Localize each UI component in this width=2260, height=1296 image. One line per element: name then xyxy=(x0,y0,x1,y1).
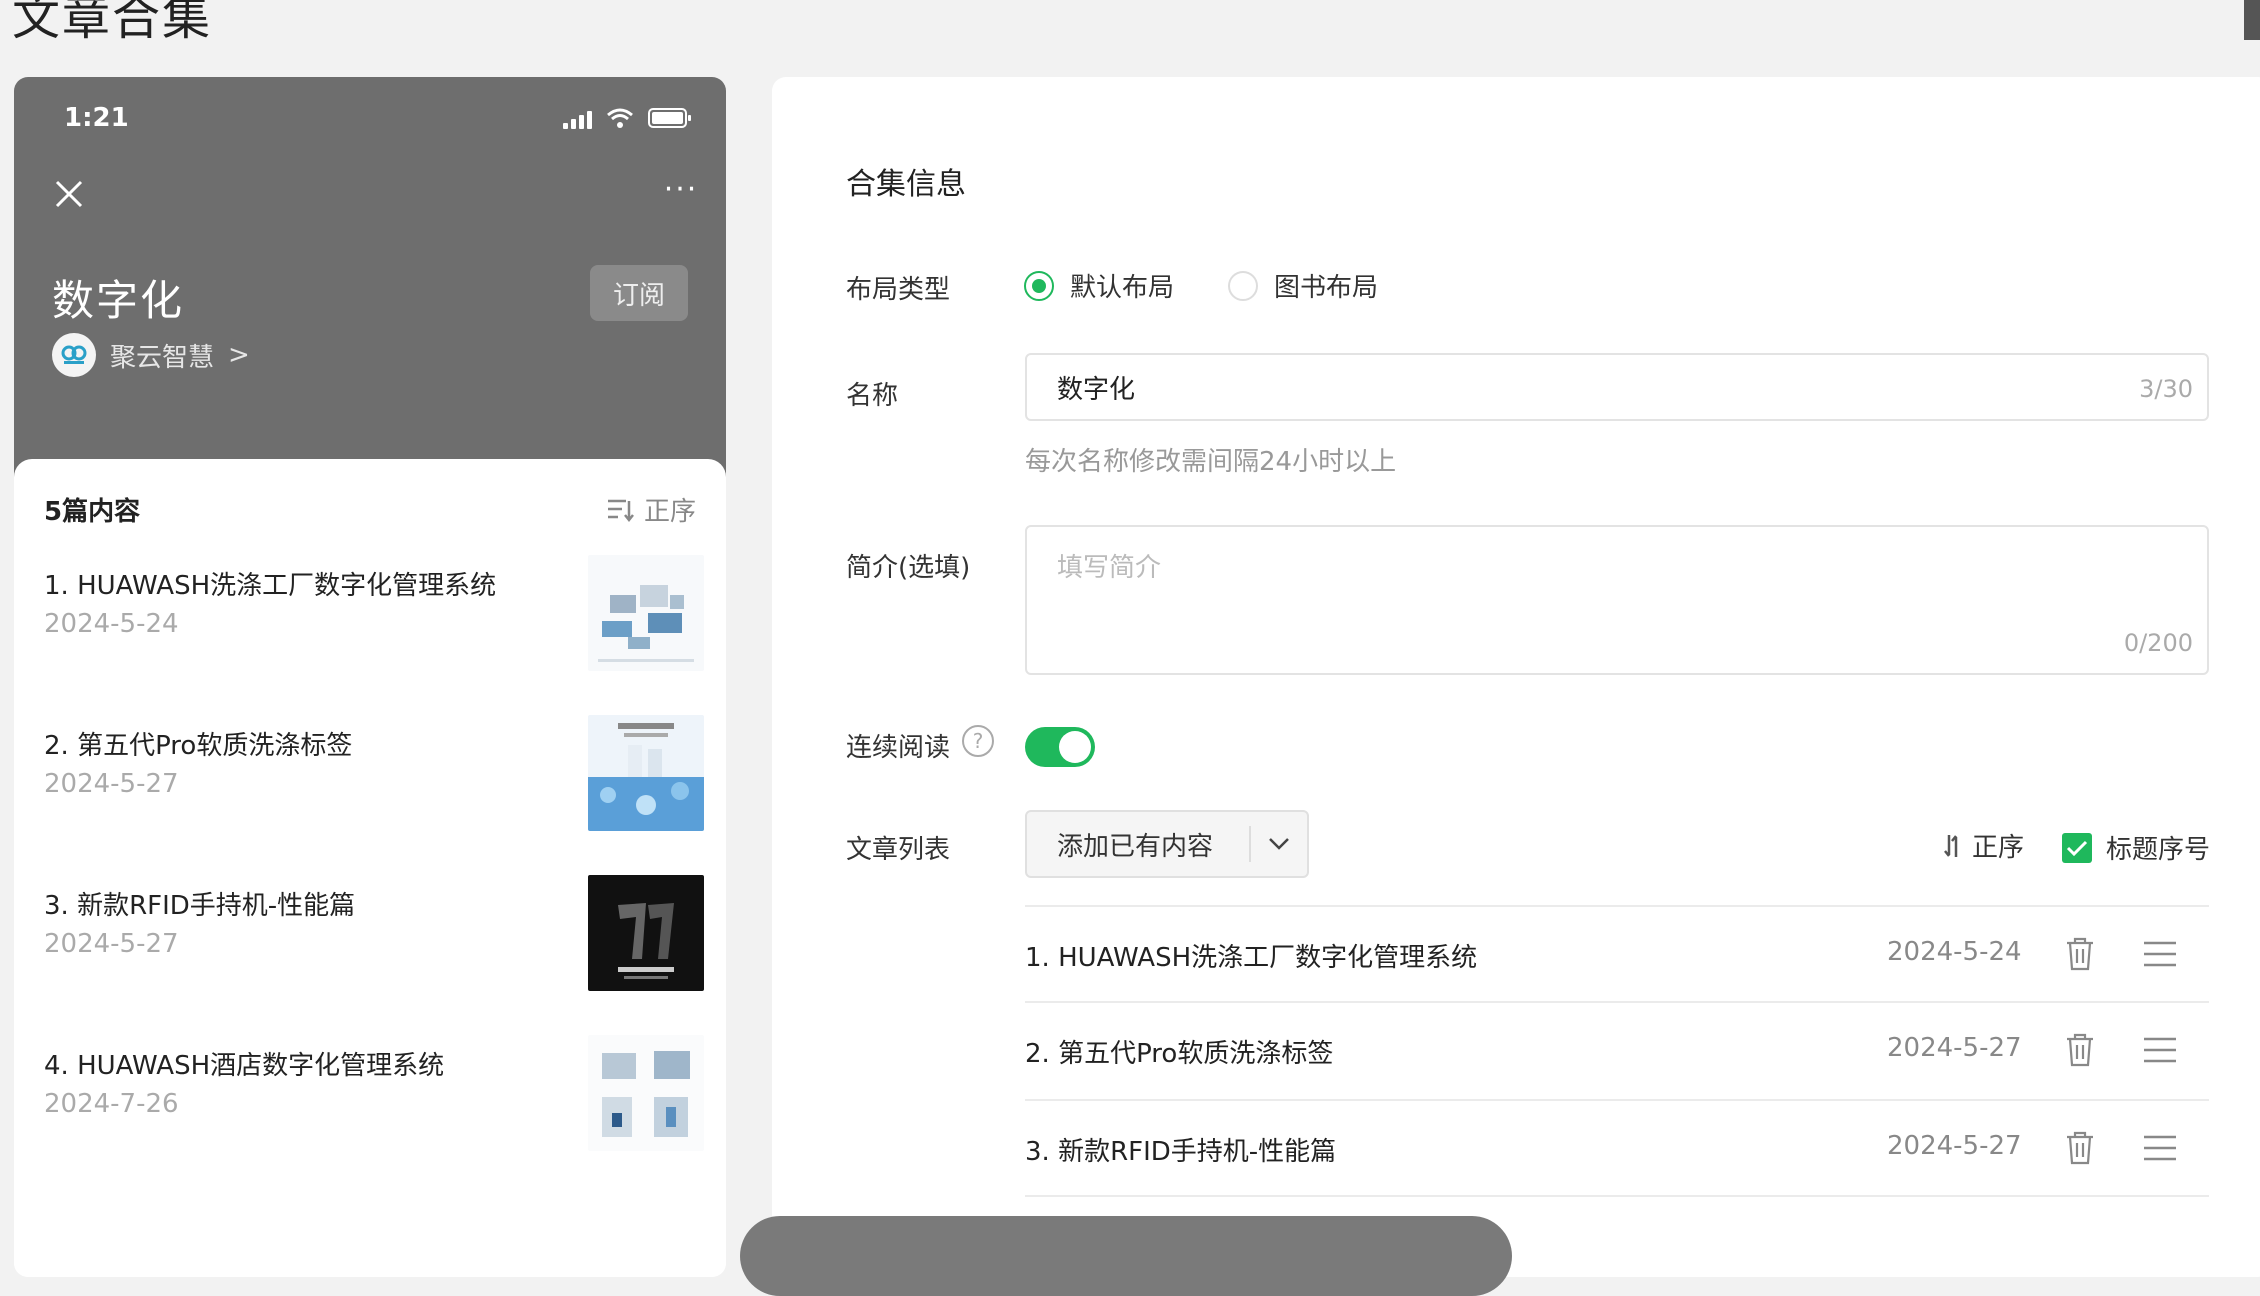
table-row[interactable]: 2. 第五代Pro软质洗涤标签 2024-5-27 xyxy=(1025,1001,2209,1097)
name-input[interactable]: 数字化 3/30 xyxy=(1025,353,2209,421)
article-list-label: 文章列表 xyxy=(846,835,951,865)
article-date: 2024-5-24 xyxy=(44,609,179,639)
intro-label: 简介(选填) xyxy=(846,553,971,583)
layout-type-label: 布局类型 xyxy=(846,275,951,305)
article-date: 2024-7-26 xyxy=(44,1089,179,1119)
phone-article-list: 5篇内容 正序 1. HUAWASH洗涤工厂数字化管理系统 2024-5-24 xyxy=(14,459,726,1277)
status-icons xyxy=(563,107,692,129)
radio-unselected-icon xyxy=(1228,270,1259,301)
sort-icon xyxy=(607,499,634,522)
table-row[interactable]: 1. HUAWASH洗涤工厂数字化管理系统 2024-5-24 xyxy=(1025,905,2209,1001)
collection-settings-panel: 合集信息 布局类型 默认布局 图书布局 名称 数字化 3/30 每次名称修改需间… xyxy=(772,77,2260,1277)
order-label: 正序 xyxy=(643,497,696,527)
status-time: 1:21 xyxy=(64,103,129,133)
phone-header: 1:21 ··· 数字化 订阅 聚云智慧 > xyxy=(14,77,726,497)
article-date: 2024-5-27 xyxy=(44,769,179,799)
title-numbering-checkbox[interactable]: 标题序号 xyxy=(2062,829,2210,866)
cloud-logo-icon xyxy=(61,345,87,364)
checkbox-checked-icon xyxy=(2062,832,2092,863)
article-title: 3. 新款RFID手持机-性能篇 xyxy=(44,891,356,921)
scrollbar-thumb[interactable] xyxy=(2244,0,2260,40)
sort-arrows-icon xyxy=(1944,834,1958,857)
drag-handle-icon[interactable] xyxy=(2143,941,2177,971)
more-icon[interactable]: ··· xyxy=(660,175,702,205)
help-icon[interactable]: ? xyxy=(962,725,994,757)
title-numbering-label: 标题序号 xyxy=(2106,835,2211,865)
article-thumbnail xyxy=(588,715,704,831)
table-row[interactable]: 3. 新款RFID手持机-性能篇 2024-5-27 xyxy=(1025,1099,2209,1195)
radio-selected-icon xyxy=(1024,270,1054,301)
author-name: 聚云智慧 xyxy=(110,342,215,373)
intro-placeholder: 填写简介 xyxy=(1057,553,1162,583)
drag-handle-icon[interactable] xyxy=(2143,1135,2177,1165)
section-title: 合集信息 xyxy=(846,167,966,202)
trash-icon[interactable] xyxy=(2065,1033,2095,1071)
continuous-reading-toggle[interactable] xyxy=(1025,727,1095,767)
article-title: 1. HUAWASH洗涤工厂数字化管理系统 xyxy=(44,571,497,601)
article-title: 4. HUAWASH酒店数字化管理系统 xyxy=(44,1051,445,1081)
trash-icon[interactable] xyxy=(2065,937,2095,975)
close-icon[interactable] xyxy=(52,177,86,211)
article-thumbnail xyxy=(588,555,704,671)
add-button-label: 添加已有内容 xyxy=(1057,831,1214,862)
list-order-label: 正序 xyxy=(1972,833,2025,863)
radio-label: 默认布局 xyxy=(1070,273,1175,303)
row-title: 1. HUAWASH洗涤工厂数字化管理系统 xyxy=(1025,943,1478,973)
chevron-right-icon: > xyxy=(228,340,250,370)
list-item[interactable]: 4. HUAWASH酒店数字化管理系统 2024-7-26 xyxy=(44,1035,704,1155)
list-item[interactable]: 2. 第五代Pro软质洗涤标签 2024-5-27 xyxy=(44,715,704,835)
collection-name: 数字化 xyxy=(52,276,185,325)
content-count: 5篇内容 xyxy=(44,497,141,527)
author-avatar xyxy=(52,333,96,377)
radio-label: 图书布局 xyxy=(1274,273,1379,303)
list-order-toggle[interactable]: 正序 xyxy=(1944,827,2024,864)
author-link[interactable]: 聚云智慧 > xyxy=(52,333,250,377)
drag-handle-icon[interactable] xyxy=(2143,1037,2177,1067)
phone-preview: 1:21 ··· 数字化 订阅 聚云智慧 > 5篇内容 正序 1. HUAWAS… xyxy=(14,77,726,1277)
name-hint: 每次名称修改需间隔24小时以上 xyxy=(1025,447,1397,477)
article-thumbnail xyxy=(588,875,704,991)
name-counter: 3/30 xyxy=(2139,375,2193,403)
intro-textarea[interactable]: 填写简介 0/200 xyxy=(1025,525,2209,675)
floating-toast xyxy=(740,1216,1512,1296)
row-title: 2. 第五代Pro软质洗涤标签 xyxy=(1025,1039,1334,1069)
row-date: 2024-5-27 xyxy=(1887,1033,2022,1063)
article-thumbnail xyxy=(588,1035,704,1151)
signal-icon xyxy=(563,109,592,129)
name-value: 数字化 xyxy=(1057,374,1136,405)
row-date: 2024-5-27 xyxy=(1887,1131,2022,1161)
intro-counter: 0/200 xyxy=(2123,629,2193,657)
chevron-down-icon[interactable] xyxy=(1251,837,1307,851)
trash-icon[interactable] xyxy=(2065,1131,2095,1169)
article-date: 2024-5-27 xyxy=(44,929,179,959)
subscribe-button[interactable]: 订阅 xyxy=(590,265,688,321)
order-toggle[interactable]: 正序 xyxy=(606,491,696,528)
article-title: 2. 第五代Pro软质洗涤标签 xyxy=(44,731,353,761)
row-date: 2024-5-24 xyxy=(1887,937,2022,967)
radio-default-layout[interactable]: 默认布局 xyxy=(1024,267,1174,304)
row-title: 3. 新款RFID手持机-性能篇 xyxy=(1025,1137,1337,1167)
list-item[interactable]: 3. 新款RFID手持机-性能篇 2024-5-27 xyxy=(44,875,704,995)
wifi-icon xyxy=(606,107,634,129)
battery-icon xyxy=(648,107,692,129)
add-existing-content-button[interactable]: 添加已有内容 xyxy=(1025,810,1309,878)
list-item[interactable]: 1. HUAWASH洗涤工厂数字化管理系统 2024-5-24 xyxy=(44,555,704,675)
layout-radio-group: 默认布局 图书布局 xyxy=(1024,267,1432,304)
name-label: 名称 xyxy=(846,381,899,411)
page-title: 文章合集 xyxy=(12,0,213,46)
continuous-reading-label: 连续阅读 xyxy=(846,733,951,763)
radio-book-layout[interactable]: 图书布局 xyxy=(1228,267,1378,304)
